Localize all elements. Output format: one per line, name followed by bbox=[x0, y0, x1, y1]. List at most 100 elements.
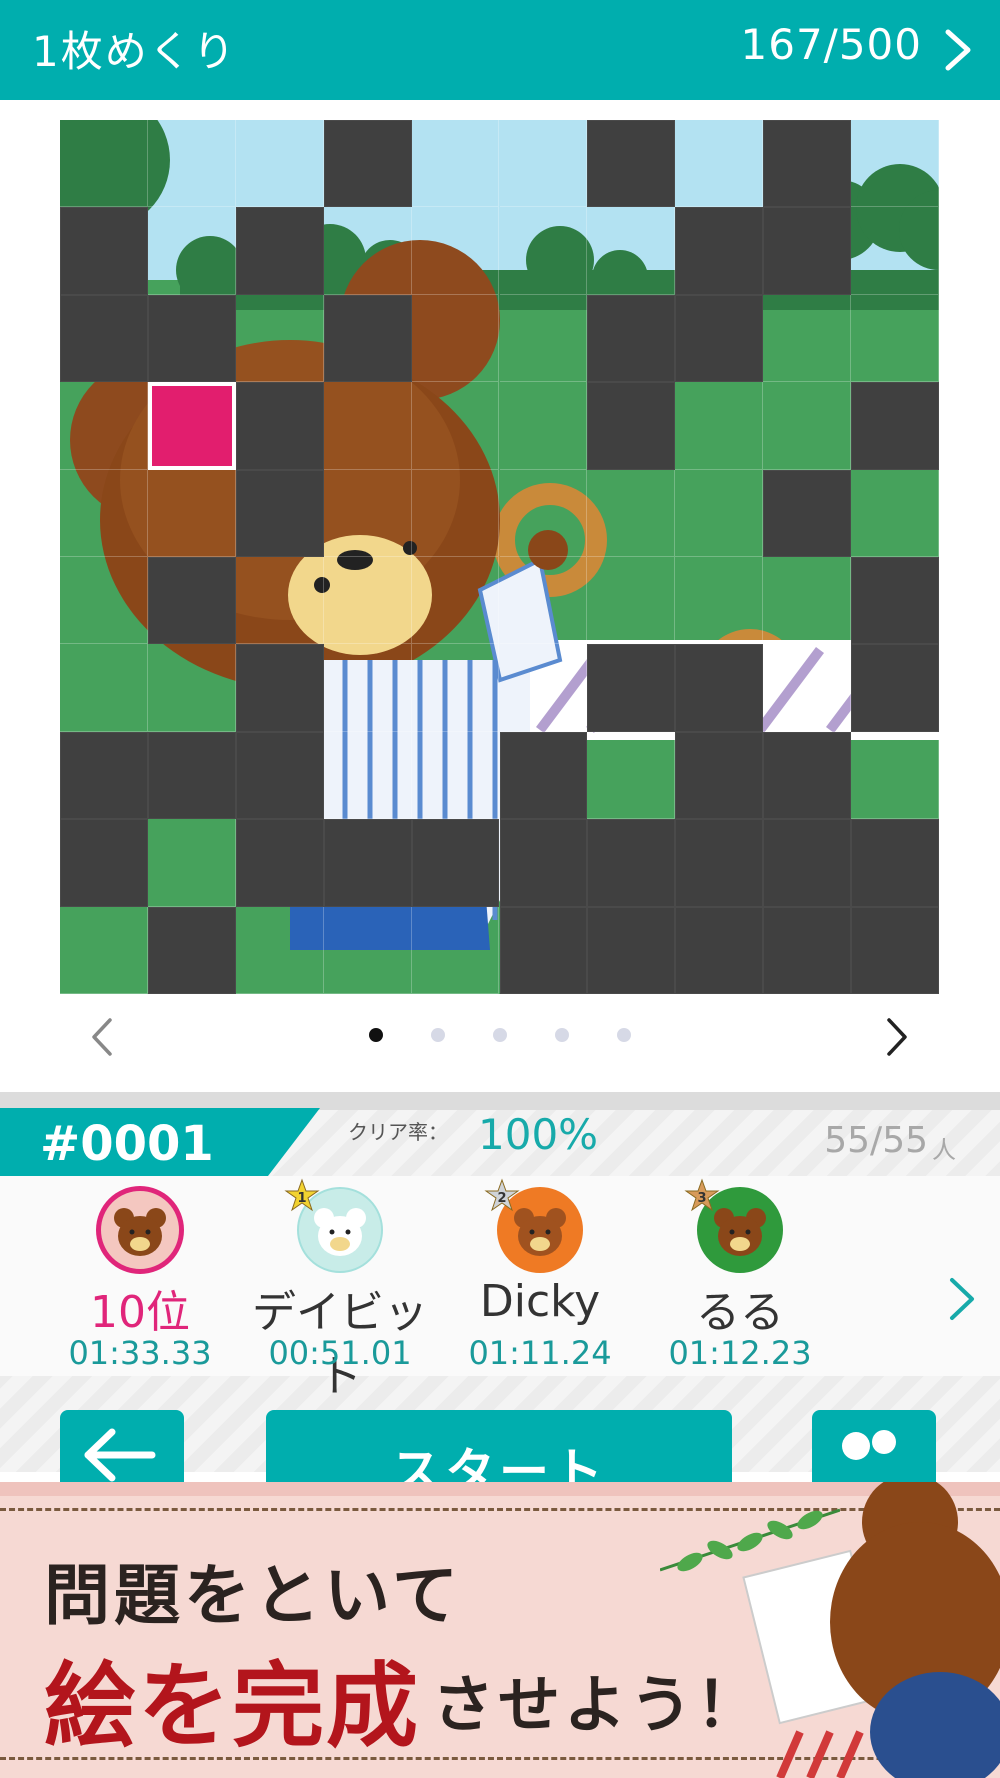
header-bar: 1枚めくり 167/500 bbox=[0, 0, 1000, 100]
hidden-tile[interactable] bbox=[851, 644, 939, 732]
revealed-tile bbox=[411, 294, 500, 383]
hidden-tile[interactable] bbox=[411, 819, 500, 907]
rank-badge-number: 2 bbox=[497, 1191, 506, 1206]
hidden-tile[interactable] bbox=[851, 906, 939, 994]
hidden-tile[interactable] bbox=[763, 819, 852, 907]
hidden-tile[interactable] bbox=[235, 207, 324, 295]
revealed-tile bbox=[323, 557, 412, 645]
revealed-tile bbox=[675, 469, 764, 557]
hidden-tile[interactable] bbox=[763, 469, 852, 557]
revealed-tile bbox=[411, 207, 500, 295]
revealed-tile bbox=[499, 382, 588, 470]
hidden-tile[interactable] bbox=[851, 557, 939, 645]
page-dot[interactable] bbox=[430, 1028, 445, 1042]
hidden-tile[interactable] bbox=[675, 294, 764, 383]
my-rank-entry[interactable]: 10位 01:33.33 bbox=[40, 1176, 240, 1376]
hidden-tile[interactable] bbox=[235, 644, 324, 732]
page-dot[interactable] bbox=[492, 1028, 507, 1042]
revealed-tile bbox=[587, 469, 676, 557]
revealed-tile bbox=[763, 644, 852, 732]
star-badge-icon: 2 bbox=[484, 1178, 520, 1212]
hidden-tile[interactable] bbox=[763, 906, 852, 994]
revealed-tile bbox=[587, 207, 676, 295]
revealed-tile bbox=[147, 207, 236, 295]
hidden-tile[interactable] bbox=[147, 294, 236, 383]
rank-badge-number: 3 bbox=[697, 1191, 706, 1206]
revealed-tile bbox=[323, 207, 412, 295]
revealed-tile bbox=[587, 557, 676, 645]
rank-entry[interactable]: 1 デイビット 00:51.01 bbox=[240, 1176, 440, 1402]
player-count: 55/55 bbox=[824, 1120, 928, 1161]
hidden-tile[interactable] bbox=[499, 819, 588, 907]
rank-entry[interactable]: 2 Dicky 01:11.24 bbox=[440, 1176, 640, 1376]
hidden-tile[interactable] bbox=[235, 469, 324, 557]
revealed-tile bbox=[675, 382, 764, 470]
hidden-tile[interactable] bbox=[763, 120, 852, 208]
hidden-tile[interactable] bbox=[323, 819, 412, 907]
hidden-tile[interactable] bbox=[147, 731, 236, 820]
clear-rate-label: クリア率： bbox=[348, 1120, 448, 1144]
hidden-tile[interactable] bbox=[60, 819, 148, 907]
hidden-tile[interactable] bbox=[323, 120, 412, 208]
rank-entry[interactable]: 3 るる 01:12.23 bbox=[640, 1176, 840, 1376]
page-dot[interactable] bbox=[616, 1028, 631, 1042]
hidden-tile[interactable] bbox=[763, 731, 852, 820]
hidden-tile[interactable] bbox=[675, 906, 764, 994]
revealed-tile bbox=[235, 294, 324, 383]
chevron-right-icon[interactable] bbox=[938, 28, 978, 72]
hidden-tile[interactable] bbox=[147, 557, 236, 645]
page-dot[interactable] bbox=[554, 1028, 569, 1042]
rank-clear-time: 01:33.33 bbox=[68, 1334, 212, 1372]
revealed-tile bbox=[323, 382, 412, 470]
hidden-tile[interactable] bbox=[587, 644, 676, 732]
hidden-tile[interactable] bbox=[60, 731, 148, 820]
hidden-tile[interactable] bbox=[235, 731, 324, 820]
hidden-tile[interactable] bbox=[235, 382, 324, 470]
hidden-tile[interactable] bbox=[587, 382, 676, 470]
promo-line-1: 問題をといて bbox=[44, 1557, 463, 1634]
tile-grid bbox=[60, 120, 939, 994]
hidden-tile[interactable] bbox=[60, 207, 148, 295]
hidden-tile[interactable] bbox=[587, 819, 676, 907]
revealed-tile bbox=[763, 557, 852, 645]
revealed-tile bbox=[147, 120, 236, 208]
revealed-tile bbox=[411, 557, 500, 645]
hidden-tile[interactable] bbox=[675, 644, 764, 732]
clear-rate-value: 100% bbox=[478, 1110, 599, 1159]
chevron-right-icon[interactable] bbox=[944, 1276, 980, 1322]
hidden-tile[interactable] bbox=[587, 906, 676, 994]
revealed-tile bbox=[411, 644, 500, 732]
page-dot[interactable] bbox=[368, 1028, 383, 1042]
hidden-tile[interactable] bbox=[851, 819, 939, 907]
revealed-tile bbox=[411, 469, 500, 557]
revealed-tile bbox=[763, 294, 852, 383]
hidden-tile[interactable] bbox=[235, 819, 324, 907]
hidden-tile[interactable] bbox=[675, 731, 764, 820]
selected-tile[interactable] bbox=[147, 382, 236, 470]
revealed-tile bbox=[851, 731, 939, 820]
chevron-right-icon[interactable] bbox=[873, 1014, 919, 1060]
hidden-tile[interactable] bbox=[851, 382, 939, 470]
page-indicator bbox=[60, 1028, 939, 1042]
ranking-list: 10位 01:33.33 1 デイビット 00:51.01 2 Dicky 01:11.24 3… bbox=[0, 1176, 1000, 1402]
hidden-tile[interactable] bbox=[60, 294, 148, 383]
hidden-tile[interactable] bbox=[675, 819, 764, 907]
revealed-tile bbox=[411, 906, 500, 994]
hidden-tile[interactable] bbox=[499, 906, 588, 994]
revealed-tile bbox=[60, 382, 148, 470]
hidden-tile[interactable] bbox=[587, 120, 676, 208]
hidden-tile[interactable] bbox=[763, 207, 852, 295]
hidden-tile[interactable] bbox=[323, 294, 412, 383]
revealed-tile bbox=[499, 120, 588, 208]
revealed-tile bbox=[851, 120, 939, 208]
hidden-tile[interactable] bbox=[675, 207, 764, 295]
stage-id: #0001 bbox=[40, 1116, 214, 1172]
hidden-tile[interactable] bbox=[147, 906, 236, 994]
revealed-tile bbox=[60, 557, 148, 645]
hidden-tile[interactable] bbox=[499, 731, 588, 820]
promo-banner: 問題をといて 絵を完成 させよう！ bbox=[0, 1482, 1000, 1778]
revealed-tile bbox=[60, 906, 148, 994]
rank-badge-number: 1 bbox=[297, 1191, 306, 1206]
revealed-tile bbox=[147, 469, 236, 557]
hidden-tile[interactable] bbox=[587, 294, 676, 383]
